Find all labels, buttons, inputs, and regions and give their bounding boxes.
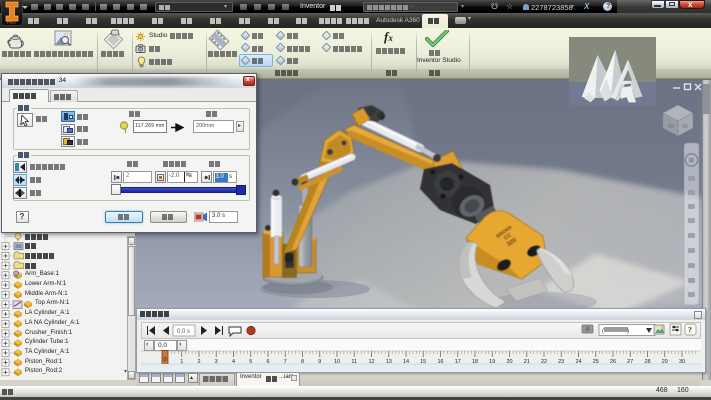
svg-text:): ) bbox=[627, 329, 629, 335]
svg-text:PRO: PRO bbox=[7, 20, 16, 25]
svg-text:?: ? bbox=[688, 326, 692, 335]
svg-text:(: ( bbox=[602, 329, 604, 335]
svg-text:0: 0 bbox=[163, 357, 166, 363]
svg-text:0.0 s: 0.0 s bbox=[177, 329, 190, 335]
